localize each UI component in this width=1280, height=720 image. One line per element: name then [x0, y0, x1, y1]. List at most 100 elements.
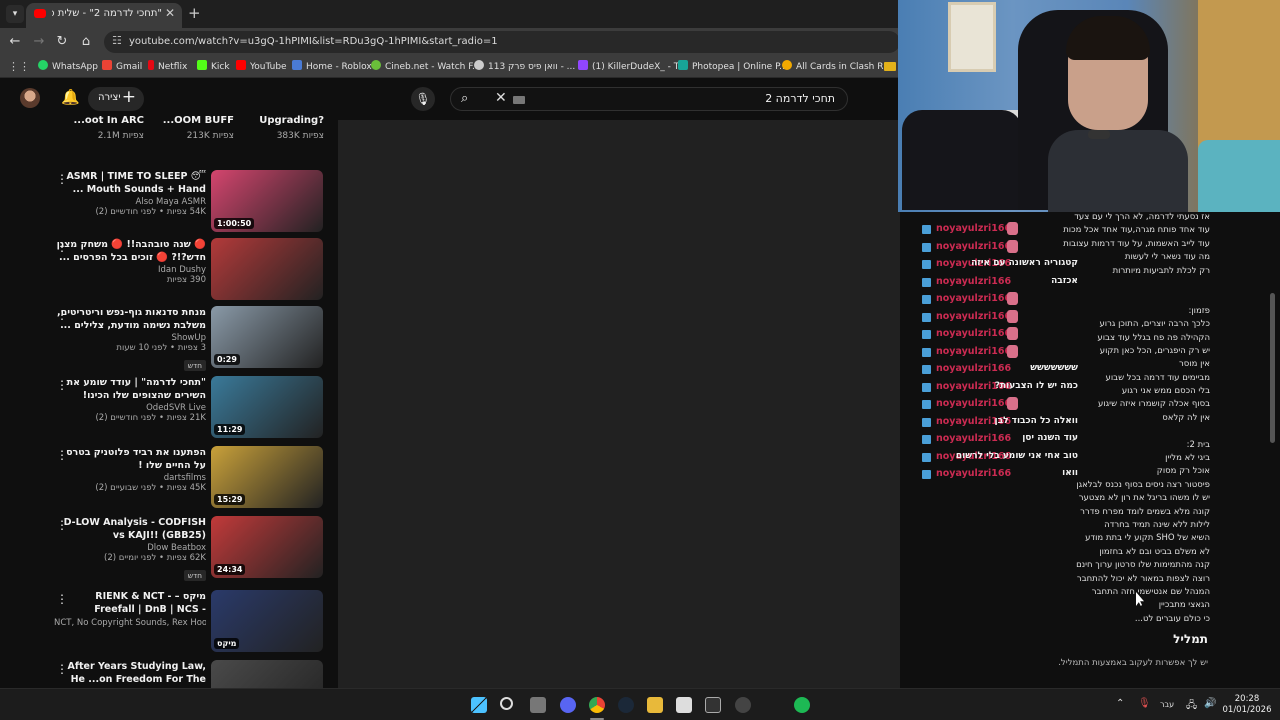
capcut-icon[interactable] [705, 697, 721, 713]
tab-active[interactable]: "תחכי לדרמה 2" - שלית פי... ✕ [26, 3, 182, 28]
obs-icon[interactable] [676, 697, 692, 713]
video-title[interactable]: מיקס – RIENK & NCT - Freefall | DnB | NC… [54, 590, 206, 617]
recommended-video[interactable]: ⋮ D-LOW Analysis - CODFISH vs KAJI!! (GBB… [48, 516, 328, 582]
bookmark-kick[interactable]: Kick [197, 60, 230, 72]
video-title[interactable]: D-LOW Analysis - CODFISH vs KAJI!! (GBB2… [54, 516, 206, 542]
bookmark-photopea[interactable]: Photopea | Online P... [678, 60, 788, 72]
chat-message: noyayulzri166 [918, 222, 1218, 238]
channel-name[interactable]: Also Maya ASMR [54, 197, 206, 207]
page-scrollbar[interactable] [1270, 293, 1275, 443]
recommended-video[interactable]: ⋮ ASMR | TIME TO SLEEP 😴 Mouth Sounds + H… [48, 170, 328, 234]
bookmark-clashroyale[interactable]: All Cards in Clash R... [782, 60, 892, 72]
volume-icon[interactable]: 🔊 [1204, 698, 1216, 709]
video-stats: 62K צפיות • לפני יומיים (2) [103, 553, 206, 563]
video-thumbnail[interactable]: 15:29 [211, 446, 323, 508]
new-tab-icon[interactable]: + [188, 4, 201, 22]
channel-name[interactable]: Idan Dushy [54, 265, 206, 275]
address-bar[interactable]: ☷ youtube.com/watch?v=u3gQ-1hPIMI&list=R… [104, 31, 900, 53]
video-thumbnail[interactable]: 0:29 [211, 306, 323, 368]
chat-text: ששששששש [1030, 363, 1078, 373]
tray-overflow-icon[interactable]: ⌃ [1116, 698, 1124, 709]
back-icon[interactable]: ← [6, 33, 24, 51]
bookmark-whatsapp[interactable]: WhatsApp [38, 60, 98, 72]
video-title[interactable]: ASMR | TIME TO SLEEP 😴 Mouth Sounds + Ha… [54, 170, 206, 196]
bookmark-netflix[interactable]: Netflix [148, 60, 187, 72]
chat-username: noyayulzri166 [936, 240, 1012, 252]
channel-name[interactable]: ShowUp [54, 333, 206, 343]
app-icon[interactable] [735, 697, 751, 713]
reload-icon[interactable]: ↻ [53, 33, 71, 51]
language-indicator[interactable]: עבר [1160, 700, 1174, 709]
voice-search-icon[interactable]: 🎙 [411, 87, 435, 111]
short-item[interactable]: ...oot In ARC 2.1M צפיות [44, 115, 145, 141]
video-title[interactable]: הפתענו את רביד פלוטניק בטרס על החיים שלו… [54, 446, 206, 472]
recommended-video[interactable]: ⋮ "תחכי לדרמה" | עודד שומע את השירים שהצו… [48, 376, 328, 440]
video-thumbnail[interactable]: 24:34 [211, 516, 323, 578]
tab-search-icon[interactable]: ▾ [6, 5, 24, 23]
channel-name[interactable]: NCT, No Copyright Sounds, Rex Hooligan..… [54, 618, 206, 628]
video-stats: 21K צפיות • לפני חודשיים (2) [95, 413, 206, 423]
video-title[interactable]: "תחכי לדרמה" | עודד שומע את השירים שהצופ… [54, 376, 206, 402]
bookmark-folder-icon[interactable] [884, 62, 896, 71]
bookmark-youtube[interactable]: YouTube [236, 60, 287, 72]
clock-date: 01/01/2026 [1222, 705, 1272, 715]
recommended-video[interactable]: ⋮ מנחת סדנאות גוף-נפש וריטריטים, משלבת נש… [48, 306, 328, 371]
tab-close-icon[interactable]: ✕ [165, 6, 175, 20]
bookmark-gmail[interactable]: Gmail [102, 60, 142, 72]
site-info-icon[interactable]: ☷ [112, 34, 122, 47]
bookmark-roblox[interactable]: Home - Roblox [292, 60, 372, 72]
video-thumbnail[interactable] [211, 238, 323, 300]
bookmark-cineb[interactable]: Cineb.net - Watch F... [371, 60, 481, 72]
short-item[interactable]: Upgrading? 383K צפיות [224, 115, 324, 141]
short-title: ...OOM BUFF [162, 115, 234, 126]
recommended-video[interactable]: ⋮ הפתענו את רביד פלוטניק בטרס על החיים של… [48, 446, 328, 510]
chat-message: noyayulzri166 אכזבה [918, 275, 1218, 291]
video-thumbnail[interactable]: 11:29 [211, 376, 323, 438]
new-badge: חדש [183, 570, 206, 581]
tab-title: "תחכי לדרמה 2" - שלית פי... [52, 8, 162, 19]
notifications-bell-icon[interactable]: 🔔 [61, 88, 80, 106]
bookmark-onepiece[interactable]: וואן פיס פרק 113 - ... [474, 60, 575, 72]
forward-icon[interactable]: → [30, 33, 48, 51]
search-icon[interactable]: ⌕ [461, 91, 468, 106]
start-windows-icon[interactable] [471, 697, 487, 713]
chat-username: noyayulzri166 [936, 363, 1012, 374]
chair [902, 110, 1022, 210]
clear-search-icon[interactable]: ✕ [495, 90, 507, 106]
keyboard-icon[interactable] [513, 96, 525, 104]
mic-tray-icon[interactable]: 🎙 [1138, 698, 1151, 709]
video-thumbnail[interactable]: מיקס [211, 590, 323, 652]
lyrics-line: הגאצי מתבכיין [1158, 600, 1210, 611]
video-stats: 390 צפיות [166, 275, 206, 285]
steam-icon[interactable] [618, 697, 634, 713]
search-taskbar-icon[interactable] [500, 697, 513, 710]
search-input[interactable]: ⌕ ✕ תחכי לדרמה 2 [450, 87, 848, 111]
channel-name[interactable]: dartsfilms [54, 473, 206, 483]
chat-text: וואו [1062, 468, 1078, 478]
video-meta: D-LOW Analysis - CODFISH vs KAJI!! (GBB2… [54, 516, 206, 582]
discord-icon[interactable] [560, 697, 576, 713]
chrome-icon[interactable] [589, 697, 605, 713]
video-title[interactable]: מנחת סדנאות גוף-נפש וריטריטים, משלבת נשי… [54, 306, 206, 332]
video-title[interactable]: After Years Studying Law, He ...on Freed… [54, 660, 206, 687]
video-meta: After Years Studying Law, He ...on Freed… [54, 660, 206, 688]
spotify-icon[interactable] [794, 697, 810, 713]
channel-name[interactable]: OdedSVR Live [54, 403, 206, 413]
channel-name[interactable]: Dlow Beatbox [54, 543, 206, 553]
video-thumbnail[interactable]: 1:00:50 [211, 170, 323, 232]
file-explorer-icon[interactable] [647, 697, 663, 713]
recommended-video[interactable]: ⋮ 🔴 שנה טובהבה!! 🔴 משחק מצגן חדש?!? 🔴 זוכ… [48, 238, 328, 302]
bookmark-twitch[interactable]: (1) KillerDudeX_ - T... [578, 60, 687, 72]
home-icon[interactable]: ⌂ [77, 33, 95, 51]
task-view-icon[interactable] [530, 697, 546, 713]
short-item[interactable]: ...OOM BUFF 213K צפיות [134, 115, 234, 141]
video-title[interactable]: 🔴 שנה טובהבה!! 🔴 משחק מצגן חדש?!? 🔴 זוכי… [54, 238, 206, 264]
network-icon[interactable]: 🖧 [1186, 698, 1197, 715]
recommended-video[interactable]: ⋮ מיקס – RIENK & NCT - Freefall | DnB | N… [48, 590, 328, 654]
video-player[interactable] [338, 120, 900, 688]
avatar[interactable] [20, 88, 40, 108]
transcript-subtitle: יש לך אפשרות לעקוב באמצעות התמליל. [1058, 658, 1208, 668]
create-button[interactable]: יצירה + [88, 87, 144, 111]
clock[interactable]: 20:28 01/01/2026 [1222, 694, 1272, 716]
apps-grid-icon[interactable]: ⋮⋮ [8, 60, 30, 73]
